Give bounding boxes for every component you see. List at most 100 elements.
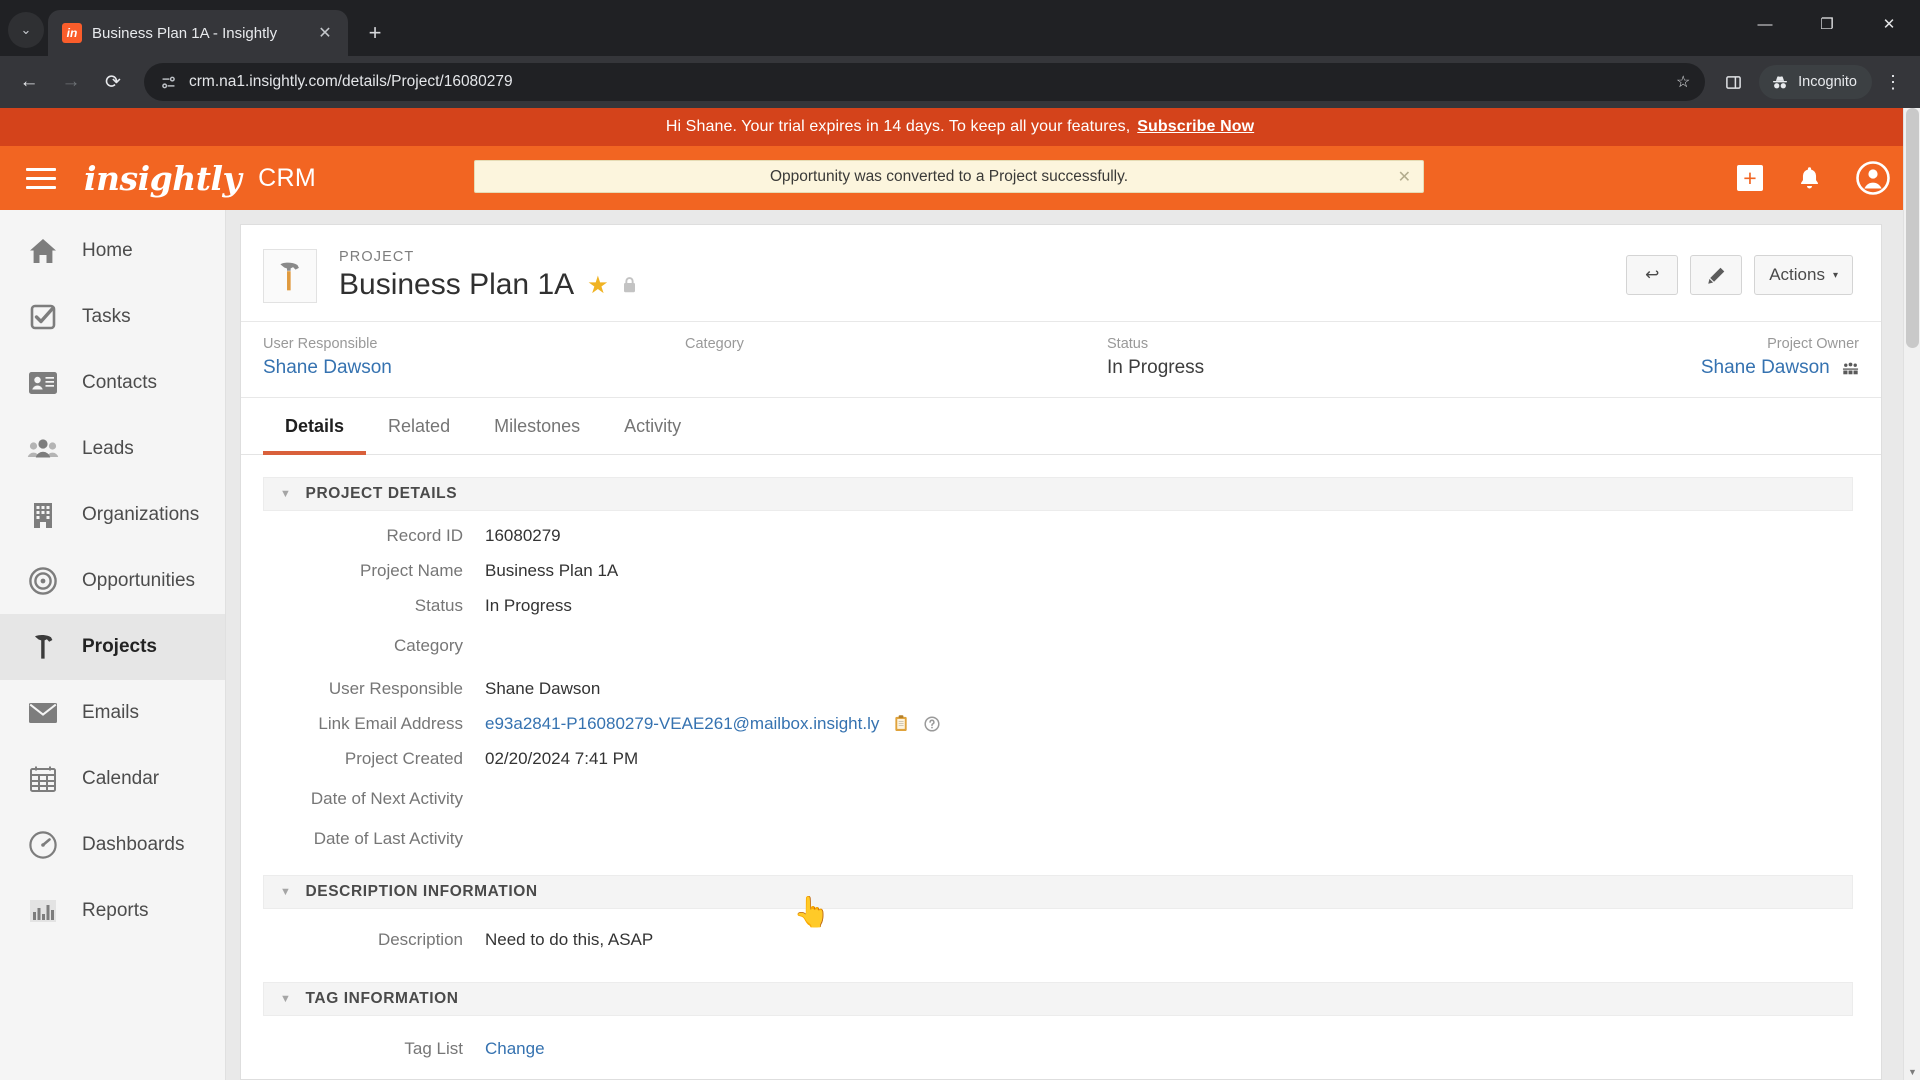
browser-window: ⌄ in Business Plan 1A - Insightly ✕ + — … [0,0,1920,1080]
summary-value [685,357,1107,381]
section-header-description-information[interactable]: ▼ DESCRIPTION INFORMATION [263,875,1853,909]
field-user-responsible: User Responsible Shane Dawson [263,678,1853,699]
tab-milestones[interactable]: Milestones [472,398,602,455]
bar-chart-icon [26,894,60,928]
record-action-buttons: ↩ Actions ▾ [1626,249,1853,295]
summary-value[interactable]: Shane Dawson [263,357,685,381]
reload-button[interactable]: ⟳ [94,63,132,101]
scrollbar-thumb[interactable] [1906,108,1919,348]
notifications-bell-icon[interactable] [1797,165,1822,192]
help-circle-icon[interactable] [924,715,940,732]
summary-value-wrap[interactable]: Shane Dawson [1529,357,1859,381]
browser-menu-button[interactable]: ⋮ [1876,63,1910,101]
back-to-list-button[interactable]: ↩ [1626,255,1679,295]
tab-details[interactable]: Details [263,398,367,455]
edit-record-button[interactable] [1690,255,1743,295]
hamburger-menu-icon[interactable] [26,167,56,189]
browser-toolbar: ← → ⟳ crm.na1.insightly.com/details/Proj… [0,56,1920,108]
trial-message: Hi Shane. Your trial expires in 14 days.… [665,118,1131,135]
incognito-indicator[interactable]: Incognito [1759,65,1872,99]
section-header-project-details[interactable]: ▼ PROJECT DETAILS [263,477,1853,511]
address-bar[interactable]: crm.na1.insightly.com/details/Project/16… [144,63,1706,101]
sidebar-item-emails[interactable]: Emails [0,680,225,746]
field-label: Record ID [386,525,463,545]
record-type-label: PROJECT [339,249,415,265]
sidebar-item-calendar[interactable]: Calendar [0,746,225,812]
sidebar-item-tasks[interactable]: Tasks [0,284,225,350]
browser-tabstrip: ⌄ in Business Plan 1A - Insightly ✕ + — … [0,0,1920,56]
field-label: Project Name [360,560,463,580]
summary-label: Project Owner [1767,336,1859,352]
sidebar-item-home[interactable]: Home [0,218,225,284]
field-value: Need to do this, ASAP [485,929,654,949]
back-button[interactable]: ← [10,63,48,101]
site-settings-icon[interactable] [160,74,177,91]
subscribe-now-link[interactable]: Subscribe Now [1137,118,1254,136]
section-header-tag-information[interactable]: ▼ TAG INFORMATION [263,982,1853,1016]
sidebar-item-contacts[interactable]: Contacts [0,350,225,416]
close-icon[interactable]: ✕ [1398,167,1411,187]
star-outline-icon[interactable]: ☆ [1667,66,1699,98]
sidebar-item-label: Leads [82,438,134,459]
summary-label: Status [1107,336,1149,352]
sidebar-item-organizations[interactable]: Organizations [0,482,225,548]
field-category: Category [263,630,1853,656]
summary-value: In Progress [1107,357,1205,378]
sidebar-item-reports[interactable]: Reports [0,878,225,944]
close-tab-icon[interactable]: ✕ [314,23,336,43]
sidebar-item-opportunities[interactable]: Opportunities [0,548,225,614]
record-titles: PROJECT Business Plan 1A ★ [339,249,1626,302]
header-actions: + [1737,161,1890,195]
app-body: Home Tasks Contacts Leads Organizations … [0,210,1920,1080]
plus-icon: + [1737,165,1763,191]
sidebar-item-label: Opportunities [82,570,196,591]
new-tab-button[interactable]: + [358,16,392,50]
user-account-icon[interactable] [1856,161,1890,195]
page-scrollbar[interactable]: ▲ ▼ [1903,108,1920,1080]
section-title: TAG INFORMATION [305,990,459,1007]
side-panel-icon[interactable] [1717,66,1749,98]
address-bar-url: crm.na1.insightly.com/details/Project/16… [189,73,513,90]
summary-label: User Responsible [263,336,378,352]
leads-people-icon [26,432,60,466]
change-tags-link[interactable]: Change [485,1038,545,1059]
star-filled-icon[interactable]: ★ [587,271,609,300]
field-project-name: Project Name Business Plan 1A [263,560,1853,581]
contact-card-icon [26,366,60,400]
tab-related[interactable]: Related [366,398,472,455]
tab-activity[interactable]: Activity [602,398,703,455]
minimize-window-button[interactable]: — [1734,0,1796,48]
field-link-email-address: Link Email Address e93a2841-P16080279-VE… [263,713,1853,734]
field-record-id: Record ID 16080279 [263,525,1853,546]
clipboard-copy-icon[interactable] [893,714,910,733]
page-title: Business Plan 1A [339,268,575,301]
actions-dropdown-button[interactable]: Actions ▾ [1754,255,1853,295]
scroll-down-arrow-icon[interactable]: ▼ [1904,1063,1920,1080]
team-share-icon[interactable] [1842,360,1859,377]
tab-search-button[interactable]: ⌄ [8,12,44,48]
field-project-created: Project Created 02/20/2024 7:41 PM [263,748,1853,769]
field-label: Date of Next Activity [310,789,463,808]
sidebar-item-projects[interactable]: Projects [0,614,225,680]
lock-icon [622,276,637,294]
insightly-favicon-icon: in [62,23,82,43]
target-icon [26,564,60,598]
close-window-button[interactable]: ✕ [1858,0,1920,48]
add-new-button[interactable]: + [1737,165,1763,191]
main-content: PROJECT Business Plan 1A ★ ↩ Actions ▾ U… [226,210,1920,1080]
field-tag-list: Tag List Change [263,1038,1853,1059]
field-label: User Responsible [328,678,463,698]
maximize-window-button[interactable]: ❐ [1796,0,1858,48]
insightly-logo[interactable]: insightly [84,159,242,198]
hammer-icon [280,262,299,291]
link-email-address-link[interactable]: e93a2841-P16080279-VEAE261@mailbox.insig… [485,714,879,734]
sidebar-item-label: Calendar [82,768,160,789]
field-label: Tag List [404,1038,463,1058]
sidebar-item-leads[interactable]: Leads [0,416,225,482]
sidebar-item-label: Emails [82,702,140,723]
browser-tab[interactable]: in Business Plan 1A - Insightly ✕ [48,10,348,56]
sidebar-item-dashboards[interactable]: Dashboards [0,812,225,878]
forward-button[interactable]: → [52,63,90,101]
summary-field-project-owner: Project Owner Shane Dawson [1529,336,1859,381]
trial-banner: Hi Shane. Your trial expires in 14 days.… [0,108,1920,146]
